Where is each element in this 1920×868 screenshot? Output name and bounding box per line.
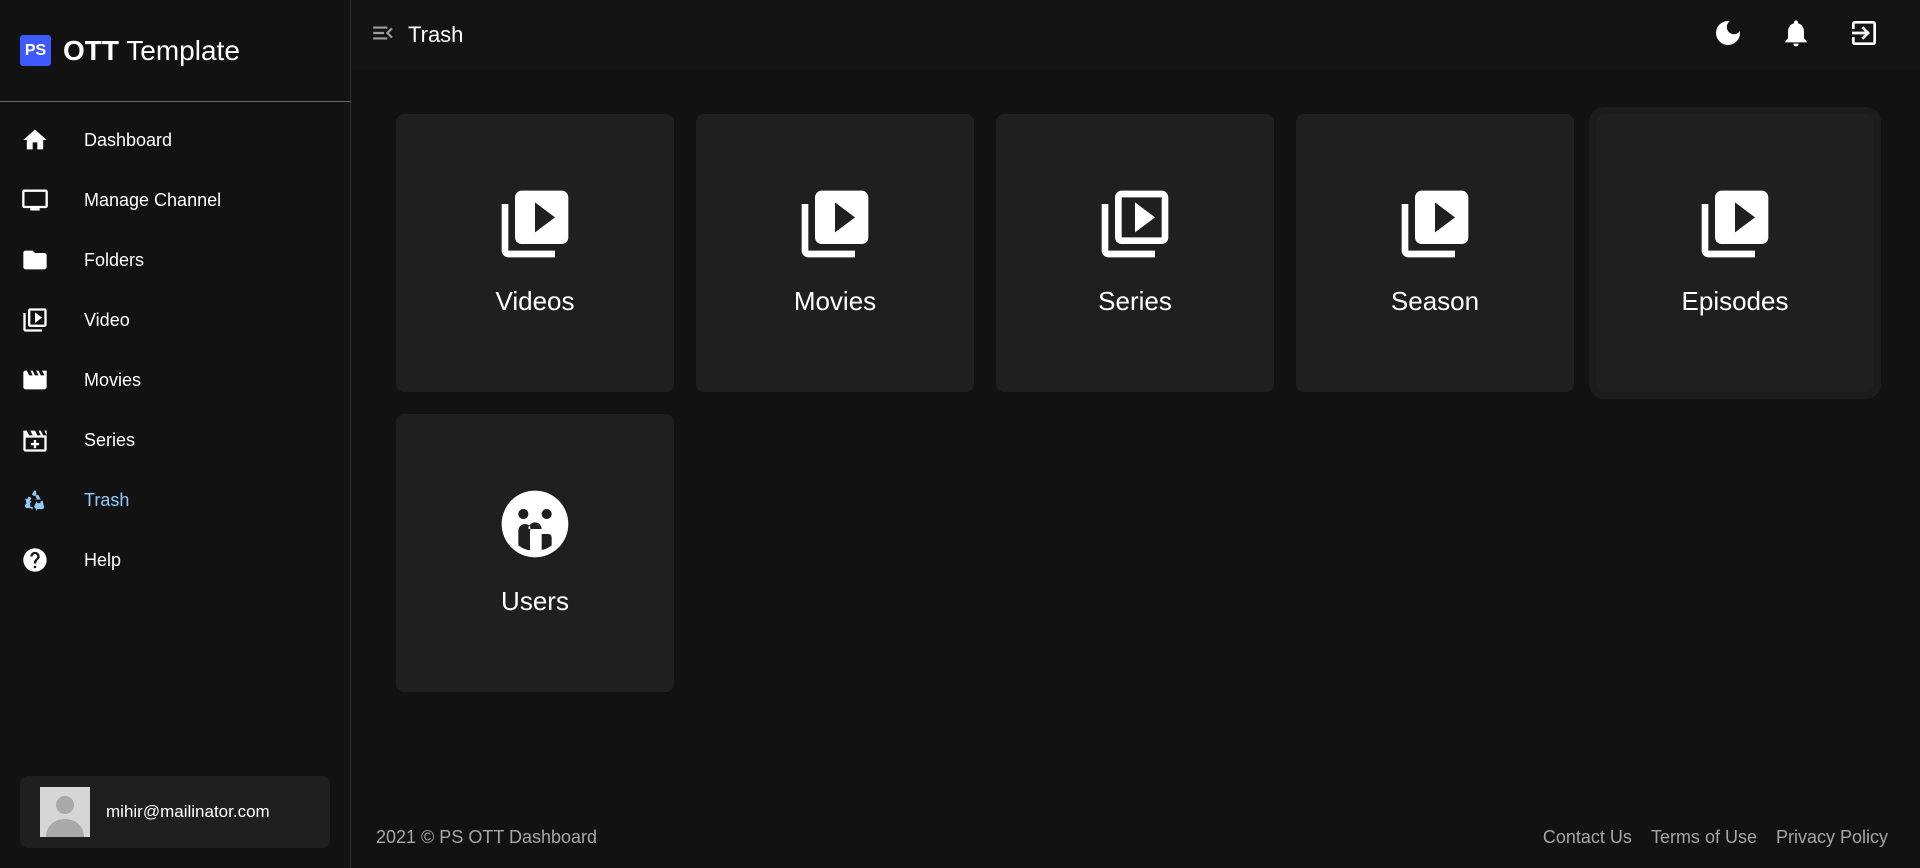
sidebar-item-label: Series [84,429,136,450]
movie-clapper-icon [20,365,50,395]
video-library-outline-icon [1095,184,1175,264]
folder-icon [20,245,50,275]
home-icon [20,125,50,155]
sidebar-item-label: Help [84,549,122,570]
monitor-icon [20,185,50,215]
sidebar-item-video[interactable]: Video [0,290,350,350]
sidebar-nav: Dashboard Manage Channel Folders Video M… [0,102,350,590]
brand-title-bold: OTT [63,34,119,66]
sidebar-item-dashboard[interactable]: Dashboard [0,110,350,170]
person-placeholder-icon [46,796,84,837]
sidebar-item-series[interactable]: Series [0,410,350,470]
tile-users[interactable]: Users [396,414,674,692]
moon-icon[interactable] [1712,17,1744,54]
sidebar-item-label: Folders [84,249,145,270]
tile-label: Episodes [1681,286,1789,316]
video-library-icon [20,305,50,335]
sidebar: PS OTT Template Dashboard Manage Channel… [0,0,351,868]
users-group-icon [495,484,575,564]
tile-videos[interactable]: Videos [396,114,674,392]
recycle-icon [20,485,50,515]
tile-label: Movies [793,286,877,316]
sidebar-item-label: Dashboard [84,129,173,150]
sidebar-item-folders[interactable]: Folders [0,230,350,290]
brand-logo: PS [20,35,51,66]
tile-series[interactable]: Series [996,114,1274,392]
footer-link-privacy[interactable]: Privacy Policy [1776,827,1888,848]
sidebar-item-label: Manage Channel [84,189,222,210]
footer: 2021 © PS OTT Dashboard Contact Us Terms… [352,820,1920,854]
top-actions [1712,17,1880,54]
tile-label: Videos [495,286,575,316]
footer-links: Contact Us Terms of Use Privacy Policy [1543,827,1888,848]
menu-collapse-icon[interactable] [370,20,396,51]
series-clapper-icon [20,425,50,455]
sidebar-item-trash[interactable]: Trash [0,470,350,530]
footer-link-terms[interactable]: Terms of Use [1651,827,1757,848]
tile-season[interactable]: Season [1296,114,1574,392]
bell-icon[interactable] [1780,17,1812,54]
sidebar-item-label: Movies [84,369,142,390]
sidebar-item-label: Video [84,309,130,330]
user-email: mihir@mailinator.com [106,802,270,821]
sidebar-item-label: Trash [84,489,130,510]
logout-icon[interactable] [1848,17,1880,54]
sidebar-item-help[interactable]: Help [0,530,350,590]
footer-copyright: 2021 © PS OTT Dashboard [376,826,598,847]
brand-title-rest: Template [119,34,240,66]
sidebar-item-movies[interactable]: Movies [0,350,350,410]
avatar [40,787,90,837]
tile-movies[interactable]: Movies [696,114,974,392]
tile-label: Series [1098,286,1172,316]
video-library-icon [795,184,875,264]
tile-label: Users [501,586,569,616]
help-circle-icon [20,545,50,575]
footer-link-contact[interactable]: Contact Us [1543,827,1632,848]
video-library-icon [495,184,575,264]
page-title: Trash [408,22,464,47]
brand-title: OTT Template [63,35,240,67]
video-library-icon [1395,184,1475,264]
video-library-icon [1695,184,1775,264]
tile-episodes[interactable]: Episodes [1589,107,1881,399]
topbar: Trash [352,0,1920,70]
brand[interactable]: PS OTT Template [0,0,350,102]
tile-label: Season [1390,286,1480,316]
user-card[interactable]: mihir@mailinator.com [20,776,330,848]
sidebar-item-manage-channel[interactable]: Manage Channel [0,170,350,230]
